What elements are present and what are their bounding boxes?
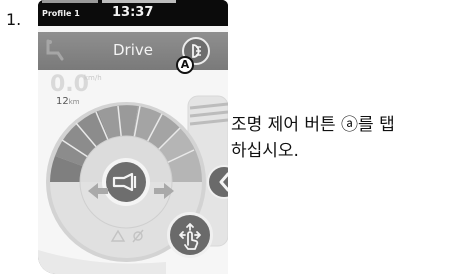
distance-readout: 12km bbox=[56, 96, 80, 107]
step-number: 1. bbox=[6, 10, 22, 29]
distance-value: 12 bbox=[56, 96, 69, 107]
screen: Profile 1 13:37 Drive A 0.0 km/h 12km bbox=[38, 0, 228, 274]
distance-unit: km bbox=[68, 98, 80, 106]
wheelchair-control-screen: Profile 1 13:37 Drive A 0.0 km/h 12km bbox=[38, 0, 228, 274]
speed-unit: km/h bbox=[84, 74, 102, 82]
callout-marker: A bbox=[176, 56, 194, 74]
instruction-line: 조명 제어 버튼 ⓐ를 탭 bbox=[231, 115, 395, 135]
drive-mode-bar: Drive A bbox=[38, 32, 228, 74]
instruction-text: 조명 제어 버튼 ⓐ를 탭 하십시오. bbox=[231, 112, 467, 164]
horn-button bbox=[106, 162, 146, 202]
instruction-line: 하십시오. bbox=[231, 141, 299, 161]
touch-joystick-icon bbox=[179, 223, 201, 250]
touch-joystick-button[interactable] bbox=[167, 212, 213, 258]
